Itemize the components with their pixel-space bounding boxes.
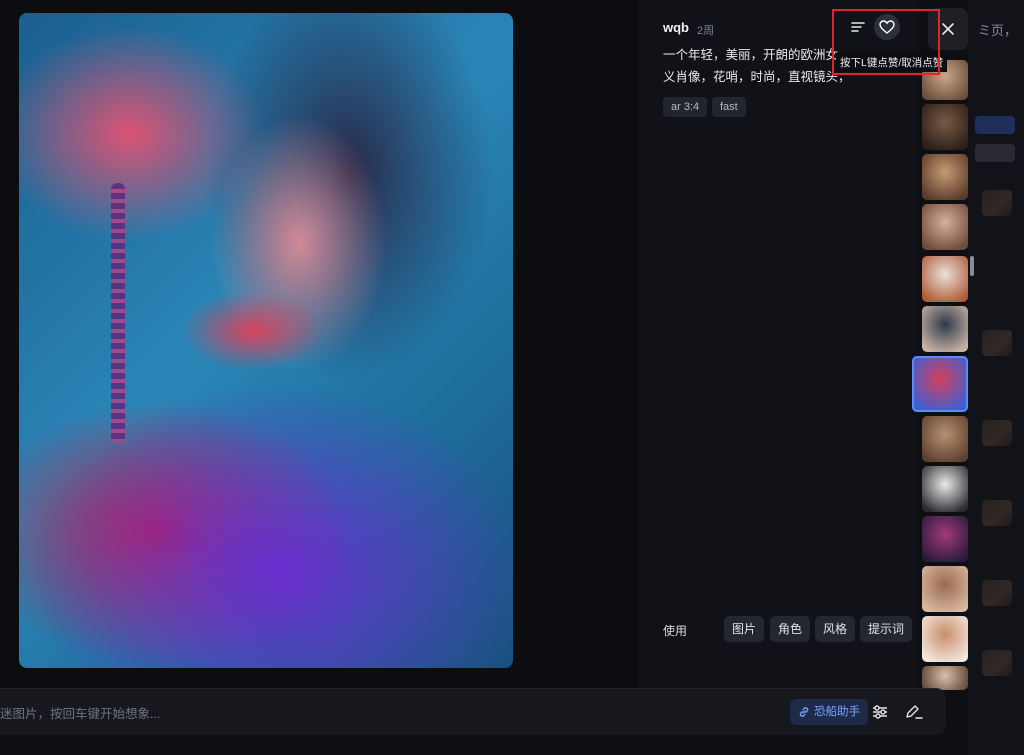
post-time: 2周 [697, 25, 715, 37]
thumbnail-6[interactable] [922, 306, 968, 352]
thumbnail-9[interactable] [922, 466, 968, 512]
image-pane [0, 0, 638, 688]
prompt-input-bar: 迷图片，按回车键开始想象... 恐船助手 [0, 688, 946, 735]
thumbnail-strip [912, 60, 968, 690]
assistant-button[interactable]: 恐船助手 [790, 699, 868, 725]
background-page-text: ミ页， [978, 23, 1018, 38]
background-tile [982, 500, 1012, 526]
pencil-icon [906, 705, 923, 719]
background-button [975, 144, 1015, 162]
earring-detail [111, 183, 125, 443]
background-tile [982, 420, 1012, 446]
tag-aspect-ratio[interactable]: ar 3:4 [663, 97, 708, 117]
thumbnail-7[interactable] [912, 356, 968, 412]
background-tile [982, 190, 1012, 216]
assistant-label: 恐船助手 [814, 706, 860, 718]
generated-portrait-image[interactable] [19, 13, 513, 668]
use-image-button[interactable]: 图片 [724, 616, 764, 642]
background-tile [982, 330, 1012, 356]
background-tile [982, 580, 1012, 606]
scrollbar[interactable] [970, 256, 974, 276]
thumbnail-10[interactable] [922, 516, 968, 562]
use-label: 使用 [663, 624, 688, 638]
settings-button[interactable] [869, 701, 891, 723]
edit-button[interactable] [903, 701, 925, 723]
close-icon [942, 23, 954, 35]
thumbnail-4[interactable] [922, 204, 968, 250]
author-name[interactable]: wqb [663, 20, 689, 35]
thumbnail-2[interactable] [922, 104, 968, 150]
highlight-box [832, 9, 940, 75]
use-character-button[interactable]: 角色 [770, 616, 810, 642]
thumbnail-3[interactable] [922, 154, 968, 200]
thumbnail-8[interactable] [922, 416, 968, 462]
use-style-button[interactable]: 风格 [815, 616, 855, 642]
prompt-input[interactable]: 迷图片，按回车键开始想象... [0, 703, 160, 722]
tag-speed[interactable]: fast [712, 97, 746, 117]
use-prompt-button[interactable]: 提示词 [860, 616, 912, 642]
background-button [975, 116, 1015, 134]
background-tile [982, 650, 1012, 676]
thumbnail-11[interactable] [922, 566, 968, 612]
sliders-icon [873, 705, 887, 719]
thumbnail-13[interactable] [922, 666, 968, 690]
thumbnail-12[interactable] [922, 616, 968, 662]
background-page [968, 0, 1024, 755]
thumbnail-5[interactable] [922, 256, 968, 302]
link-icon [799, 707, 809, 717]
